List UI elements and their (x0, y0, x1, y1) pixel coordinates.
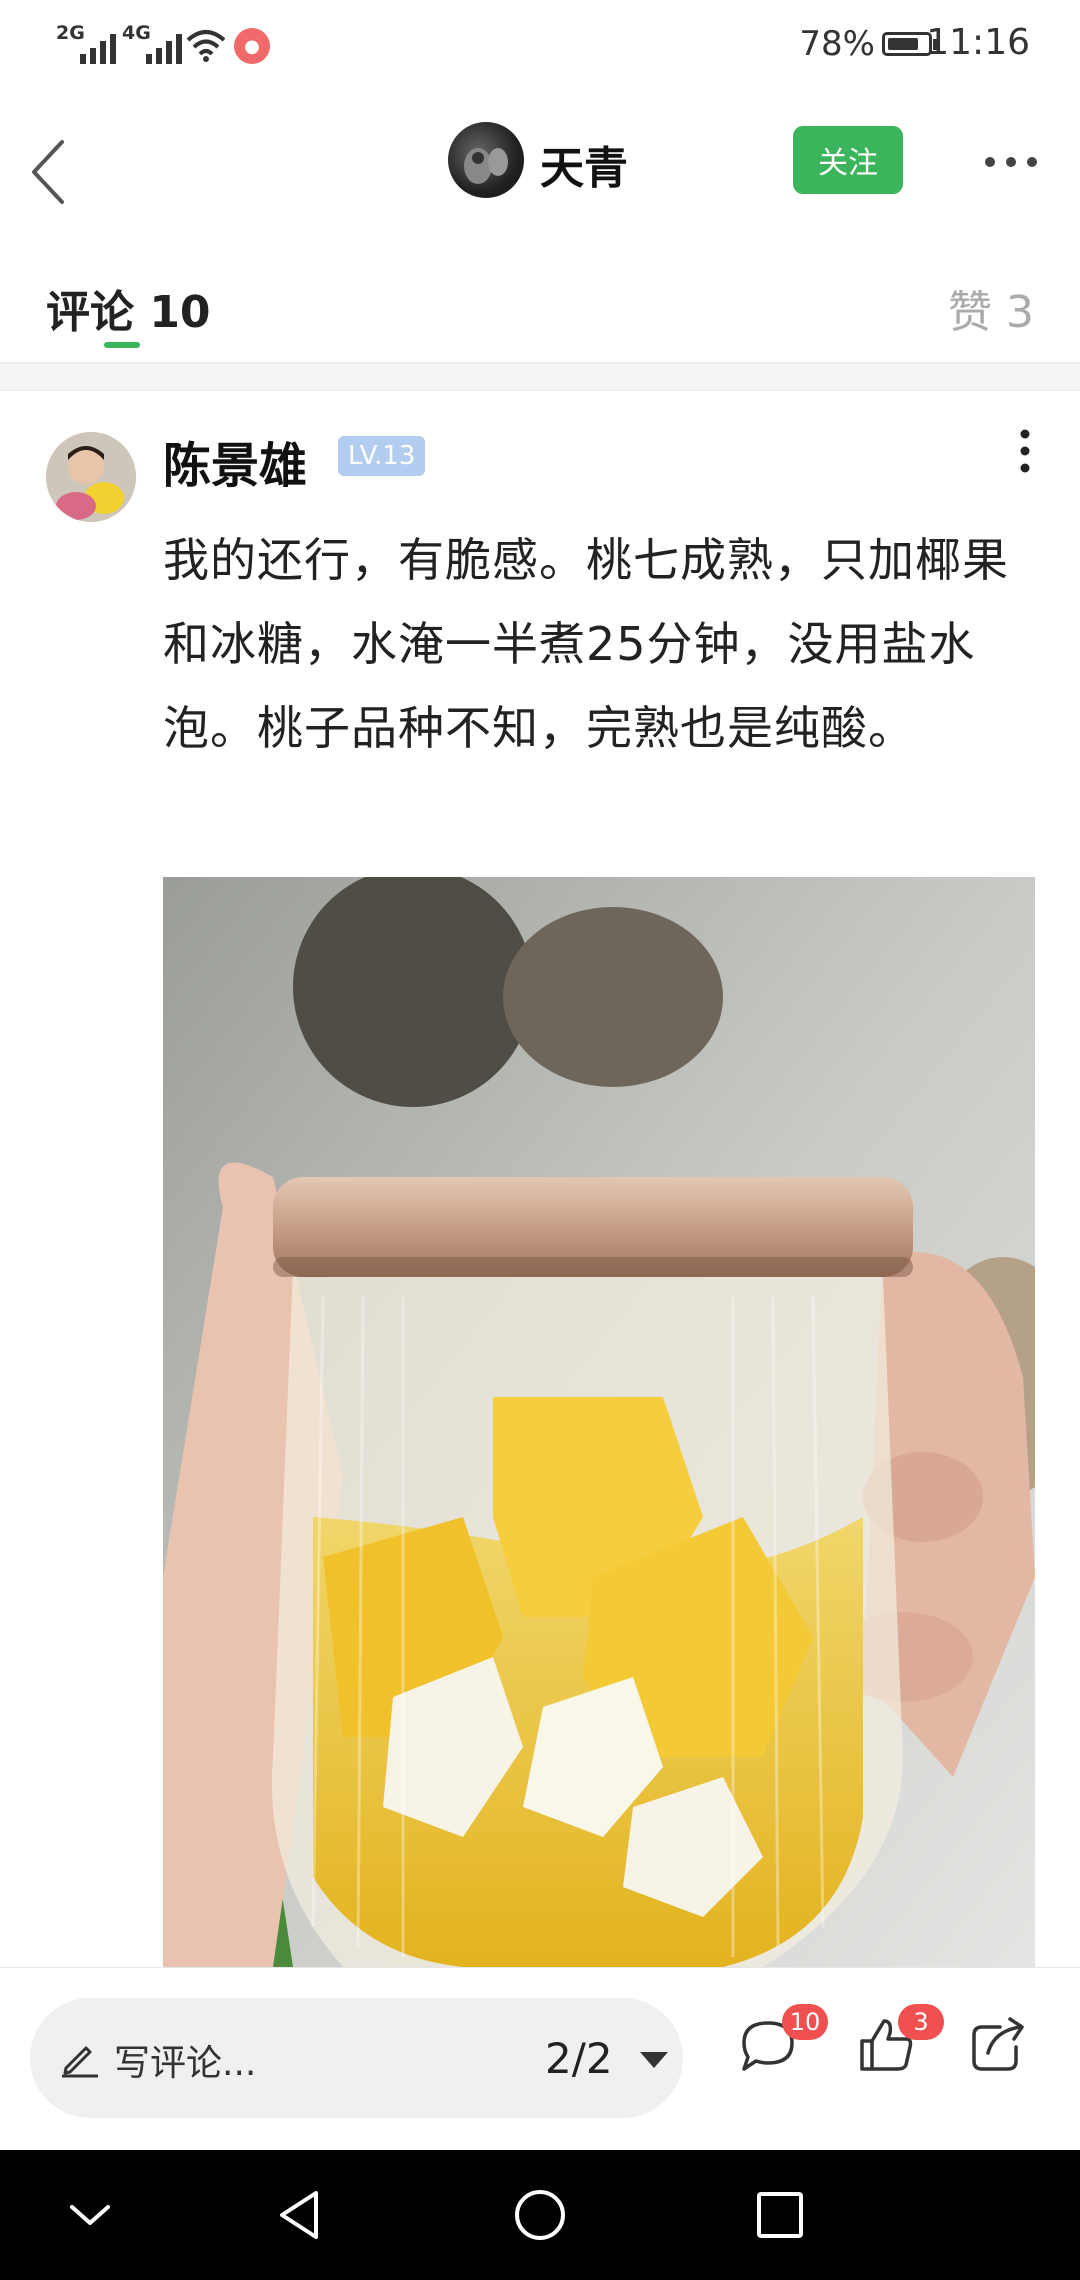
author-name[interactable]: 天青 (540, 132, 628, 196)
page-indicator[interactable]: 2/2 (545, 2034, 613, 2083)
share-icon (972, 2017, 1024, 2071)
clock: 11:16 (926, 22, 1030, 63)
bottom-action-bar: 写评论... 2/2 10 3 (0, 1967, 1080, 2151)
commenter-avatar[interactable] (46, 432, 136, 522)
app-notification-icon: ● (234, 28, 270, 64)
chevron-down-icon (70, 2205, 110, 2225)
comment-count-badge: 10 (782, 2004, 828, 2040)
nav-back-button[interactable] (270, 2185, 330, 2245)
wifi-icon (186, 30, 226, 62)
back-button[interactable] (22, 132, 82, 212)
section-divider (0, 364, 1080, 391)
comment-photo[interactable] (163, 877, 1035, 1967)
caret-down-icon[interactable] (640, 2052, 668, 2068)
status-bar: 2G 4G ● 78% 11:16 (0, 0, 1080, 92)
author-avatar[interactable] (448, 122, 524, 198)
circle-home-icon (515, 2190, 565, 2240)
comment-more-button[interactable] (1010, 426, 1040, 476)
nav-home-button[interactable] (510, 2185, 570, 2245)
tab-comments[interactable]: 评论 10 (46, 276, 211, 340)
write-comment-placeholder: 写评论... (114, 2043, 257, 2084)
top-header: 天青 关注 (0, 92, 1080, 232)
user-level-badge: LV.13 (338, 436, 426, 476)
back-chevron-icon (32, 140, 64, 204)
follow-button-label: 关注 (818, 146, 878, 181)
follow-button[interactable]: 关注 (793, 126, 903, 194)
system-navigation-bar (0, 2150, 1080, 2280)
tab-likes[interactable]: 赞 3 (948, 276, 1034, 340)
comment-text: 我的还行，有脆感。桃七成熟，只加椰果和冰糖，水淹一半煮25分钟，没用盐水泡。桃子… (163, 533, 1009, 755)
nav-recents-button[interactable] (750, 2185, 810, 2245)
square-recents-icon (757, 2192, 803, 2238)
share-button[interactable] (966, 2013, 1030, 2077)
pencil-icon (62, 2046, 98, 2078)
comment-like-tabs: 评论 10 赞 3 (0, 232, 1080, 364)
user-level-label: LV.13 (348, 441, 416, 471)
active-tab-indicator (104, 342, 140, 348)
battery-percentage: 78% (799, 24, 875, 64)
more-options-button[interactable] (975, 132, 1047, 192)
commenter-name[interactable]: 陈景雄 (163, 426, 307, 496)
vertical-dots-icon (1020, 429, 1030, 473)
triangle-back-icon (280, 2191, 318, 2239)
battery-icon (882, 32, 932, 56)
like-count: 3 (913, 2008, 929, 2036)
nav-hide-button[interactable] (60, 2185, 120, 2245)
comment-count: 10 (789, 2008, 821, 2036)
more-dots-icon (985, 157, 1037, 167)
write-comment-input[interactable]: 写评论... 2/2 (30, 1998, 683, 2118)
like-count-badge: 3 (898, 2004, 944, 2040)
